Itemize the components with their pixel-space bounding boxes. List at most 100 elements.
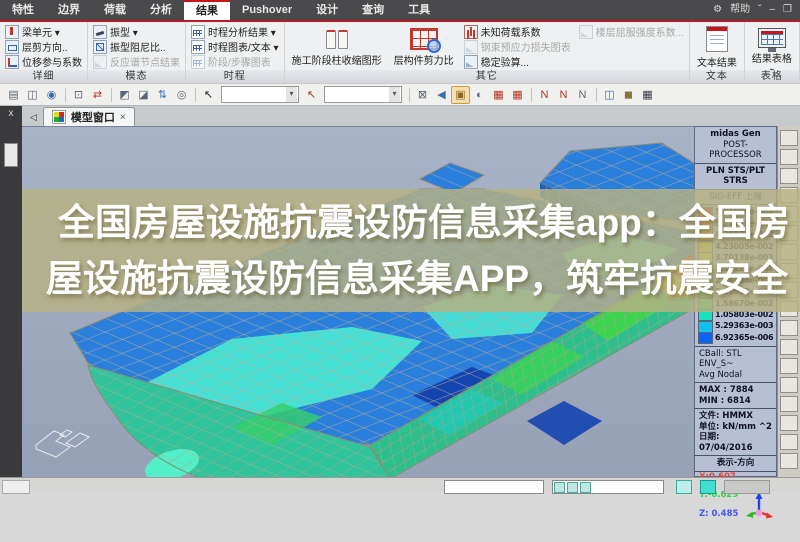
rail-button-14[interactable] bbox=[780, 377, 798, 393]
label-option-icon[interactable]: N bbox=[573, 86, 592, 104]
rail-button-17[interactable] bbox=[780, 434, 798, 450]
result-table-button[interactable]: 结果表格 ▾ bbox=[748, 24, 796, 69]
select-window-icon[interactable]: ◩ bbox=[115, 86, 134, 104]
menu-tab[interactable]: 设计 bbox=[304, 0, 350, 20]
scale-value: 5.29363e-003 bbox=[713, 321, 773, 332]
ribbon-item[interactable]: 反应谱节点结果 bbox=[91, 54, 182, 69]
display-icon[interactable]: ▦ bbox=[489, 86, 508, 104]
max-value: MAX : 7884 bbox=[699, 385, 754, 395]
menu-tab[interactable]: 分析 bbox=[138, 0, 184, 20]
rail-button-1[interactable] bbox=[780, 130, 798, 146]
ribbon-group-other: 施工阶段柱收缩图形 层构件剪力比 未知荷载系数 钢束预应力损失图表 稳定验算 bbox=[285, 22, 690, 83]
tab-model-window[interactable]: 模型窗口 × bbox=[43, 107, 135, 126]
ribbon: 梁单元 ▾ 层剪方向.. 位移参与系数 详细 振型 ▾ bbox=[0, 22, 800, 84]
status-toggle-button[interactable] bbox=[676, 480, 692, 494]
menu-tab[interactable]: 工具 bbox=[396, 0, 442, 20]
dynamic-view-icon[interactable]: ◉ bbox=[42, 86, 61, 104]
unselect-cursor-icon[interactable]: ↖ bbox=[302, 86, 321, 104]
construction-stage-column-shrink-button[interactable]: 施工阶段柱收缩图形 bbox=[288, 24, 386, 69]
rail-button-18[interactable] bbox=[780, 453, 798, 469]
minimize-button[interactable]: – bbox=[769, 0, 775, 20]
select-cursor-icon[interactable]: ↖ bbox=[199, 86, 218, 104]
separator[interactable] bbox=[527, 86, 535, 104]
separator[interactable] bbox=[107, 86, 115, 104]
rail-button-3[interactable] bbox=[780, 168, 798, 184]
ribbon-item[interactable]: 位移参与系数 bbox=[3, 54, 84, 69]
select-named-combo[interactable] bbox=[221, 86, 299, 103]
active-all-icon[interactable]: ▣ bbox=[451, 86, 470, 104]
unknown-load-factor-icon bbox=[464, 25, 478, 39]
ribbon-group-table: 结果表格 ▾ 表格 bbox=[745, 22, 800, 83]
tendon-prestress-loss-icon bbox=[464, 40, 478, 54]
restore-button[interactable]: ❐ bbox=[783, 0, 792, 20]
separator[interactable] bbox=[405, 86, 413, 104]
separator[interactable] bbox=[191, 86, 199, 104]
ribbon-item[interactable]: 振型 ▾ bbox=[91, 24, 182, 39]
tab-nav-left-icon[interactable]: ◁ bbox=[22, 112, 43, 126]
color-swatch bbox=[698, 321, 713, 333]
ribbon-item[interactable]: 楼层屈服强度系数... bbox=[577, 24, 686, 39]
ribbon-item[interactable]: 振型阻尼比.. bbox=[91, 39, 182, 54]
ribbon-item-label: 振型 ▾ bbox=[110, 24, 138, 39]
active-previous-icon[interactable]: ◀ bbox=[432, 86, 451, 104]
rail-button-2[interactable] bbox=[780, 149, 798, 165]
ribbon-item[interactable]: 梁单元 ▾ bbox=[3, 24, 84, 39]
settings-icon[interactable]: ⚙ bbox=[713, 0, 722, 20]
rail-button-12[interactable] bbox=[780, 339, 798, 355]
file-label: 文件: HMMX bbox=[699, 411, 753, 421]
menu-bar: 特性 边界 荷载 分析 结果 Pushover 设计 查询 工具 ⚙ 帮助 ˇ … bbox=[0, 0, 800, 20]
select-all-icon[interactable]: ◎ bbox=[172, 86, 191, 104]
ribbon-item[interactable]: 时程分析结果 ▾ bbox=[189, 24, 281, 39]
rail-button-15[interactable] bbox=[780, 396, 798, 412]
window-controls: ⚙ 帮助 ˇ – ❐ bbox=[713, 0, 800, 20]
ribbon-item[interactable]: 阶段/步骤图表 bbox=[189, 54, 281, 69]
redraw-icon[interactable]: ⇄ bbox=[88, 86, 107, 104]
scrollbar-thumb[interactable] bbox=[4, 143, 18, 167]
menu-tab[interactable]: 边界 bbox=[46, 0, 92, 20]
display-option-icon[interactable]: ▦ bbox=[508, 86, 527, 104]
element-number-icon[interactable]: N bbox=[554, 86, 573, 104]
ribbon-item[interactable]: 稳定验算... bbox=[462, 54, 573, 69]
ribbon-item-label: 未知荷载系数 bbox=[481, 24, 541, 39]
zoom-dynamic-icon[interactable]: ◐ bbox=[470, 86, 489, 104]
close-icon[interactable]: × bbox=[120, 112, 126, 123]
close-icon[interactable]: x bbox=[0, 105, 22, 119]
brand-label: midas Gen bbox=[710, 129, 760, 139]
select-intersect-icon[interactable]: ⇅ bbox=[153, 86, 172, 104]
menu-tab[interactable]: 荷载 bbox=[92, 0, 138, 20]
window-layout-icon[interactable]: ◫ bbox=[23, 86, 42, 104]
rail-button-16[interactable] bbox=[780, 415, 798, 431]
menu-tab[interactable]: 特性 bbox=[0, 0, 46, 20]
help-button[interactable]: 帮助 bbox=[730, 0, 750, 20]
story-member-shear-ratio-button[interactable]: 层构件剪力比 bbox=[390, 24, 458, 69]
activate-icon[interactable]: ⊠ bbox=[413, 86, 432, 104]
separator[interactable] bbox=[592, 86, 600, 104]
ribbon-item[interactable]: 时程图表/文本 ▾ bbox=[189, 39, 281, 54]
ribbon-group-label: 详细 bbox=[0, 70, 87, 83]
rail-button-13[interactable] bbox=[780, 358, 798, 374]
ribbon-item[interactable]: 层剪方向.. bbox=[3, 39, 84, 54]
new-window-icon[interactable]: ▤ bbox=[4, 86, 23, 104]
menu-tab[interactable]: Pushover bbox=[230, 0, 304, 20]
capture-icon[interactable]: ▦ bbox=[638, 86, 657, 104]
load-case-label: CBall: STL ENV_S~ bbox=[699, 349, 742, 370]
ribbon-item[interactable]: 钢束预应力损失图表 bbox=[462, 39, 573, 54]
menu-tab[interactable]: 结果 bbox=[184, 0, 230, 20]
ribbon-item-label: 反应谱节点结果 bbox=[110, 54, 180, 69]
chevron-down-icon[interactable]: ˇ bbox=[758, 0, 761, 20]
ribbon-item[interactable]: 未知荷载系数 bbox=[462, 24, 573, 39]
text-result-button[interactable]: 文本结果 bbox=[693, 24, 741, 69]
big-button-label: 结果表格 bbox=[752, 50, 792, 65]
status-toggle-button-active[interactable] bbox=[700, 480, 716, 494]
menu-tab[interactable]: 查询 bbox=[350, 0, 396, 20]
node-number-icon[interactable]: N bbox=[535, 86, 554, 104]
select-polygon-icon[interactable]: ◪ bbox=[134, 86, 153, 104]
shear-ratio-icon bbox=[410, 28, 438, 50]
rail-button-11[interactable] bbox=[780, 320, 798, 336]
lock-icon[interactable]: ◼ bbox=[619, 86, 638, 104]
active-group-combo[interactable] bbox=[324, 86, 402, 103]
initial-view-icon[interactable]: ⊡ bbox=[69, 86, 88, 104]
color-scale-row: 6.92365e-006 bbox=[698, 332, 775, 343]
separator[interactable] bbox=[61, 86, 69, 104]
copy-view-icon[interactable]: ◫ bbox=[600, 86, 619, 104]
